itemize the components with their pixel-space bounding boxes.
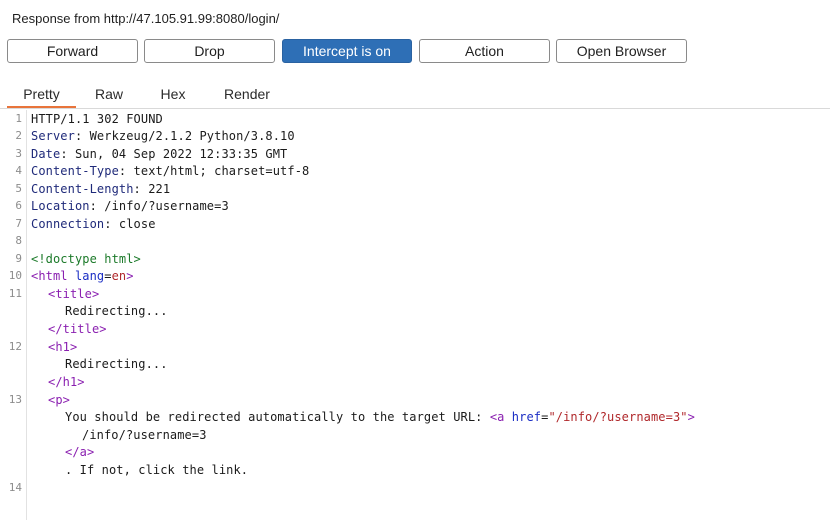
header-colon: :	[89, 199, 97, 213]
line-number: 11	[8, 287, 22, 300]
status-line: HTTP/1.1 302 FOUND	[31, 112, 163, 126]
header-key: Date	[31, 147, 61, 161]
line-number: 2	[15, 129, 22, 142]
line-number: 10	[8, 269, 22, 282]
header-value: text/html; charset=utf-8	[126, 164, 310, 178]
drop-button[interactable]: Drop	[144, 39, 275, 63]
link-text: /info/?username=3	[82, 428, 207, 442]
line-number: 13	[8, 393, 22, 406]
response-editor[interactable]: 1 2 3 4 5 6 7 8 9 10 11 12 13 14 HTTP/1.…	[0, 110, 830, 520]
lang-attr: lang	[67, 269, 105, 283]
header-colon: :	[60, 147, 68, 161]
title-close-tag: </title>	[48, 322, 107, 336]
header-key: Server	[31, 129, 75, 143]
tab-pretty[interactable]: Pretty	[7, 82, 76, 108]
p-text-line: You should be redirected automatically t…	[65, 410, 695, 424]
header-colon: :	[133, 182, 141, 196]
header-value: close	[111, 217, 156, 231]
a-open-tag: <a	[489, 410, 505, 424]
tag-end: >	[687, 410, 695, 424]
a-close-tag: </a>	[65, 445, 95, 459]
header-colon: :	[104, 217, 112, 231]
header-server: Server: Werkzeug/2.1.2 Python/3.8.10	[31, 129, 295, 143]
header-key: Content-Length	[31, 182, 134, 196]
forward-button[interactable]: Forward	[7, 39, 138, 63]
href-attr: href	[504, 410, 542, 424]
open-browser-button[interactable]: Open Browser	[556, 39, 687, 63]
header-value: Sun, 04 Sep 2022 12:33:35 GMT	[67, 147, 288, 161]
tab-hex[interactable]: Hex	[148, 82, 198, 106]
tab-render[interactable]: Render	[214, 82, 280, 106]
intercept-toggle-button[interactable]: Intercept is on	[282, 39, 412, 63]
header-key: Content-Type	[31, 164, 119, 178]
line-number: 9	[15, 252, 22, 265]
href-value: "/info/?username=3"	[548, 410, 688, 424]
p-text: You should be redirected automatically t…	[65, 410, 490, 424]
tag-end: >	[126, 269, 134, 283]
line-number: 7	[15, 217, 22, 230]
header-key: Location	[31, 199, 90, 213]
line-number: 6	[15, 199, 22, 212]
action-button[interactable]: Action	[419, 39, 550, 63]
line-number: 3	[15, 147, 22, 160]
header-content-type: Content-Type: text/html; charset=utf-8	[31, 164, 309, 178]
html-tag: <html	[31, 269, 68, 283]
line-number-gutter: 1 2 3 4 5 6 7 8 9 10 11 12 13 14	[0, 110, 27, 520]
doctype-line: <!doctype html>	[31, 252, 141, 266]
message-view-tabs: Pretty Raw Hex Render	[0, 82, 830, 109]
html-open-line: <html lang=en>	[31, 269, 134, 283]
response-title: Response from http://47.105.91.99:8080/l…	[12, 11, 280, 26]
title-open-tag: <title>	[48, 287, 100, 301]
header-value: /info/?username=3	[96, 199, 229, 213]
header-value: Werkzeug/2.1.2 Python/3.8.10	[82, 129, 295, 143]
line-number: 14	[8, 481, 22, 494]
title-text: Redirecting...	[65, 304, 168, 318]
tail-text: . If not, click the link.	[65, 463, 249, 477]
h1-open-tag: <h1>	[48, 340, 78, 354]
header-date: Date: Sun, 04 Sep 2022 12:33:35 GMT	[31, 147, 287, 161]
equals: =	[104, 269, 112, 283]
header-value: 221	[140, 182, 171, 196]
header-key: Connection	[31, 217, 105, 231]
header-content-length: Content-Length: 221	[31, 182, 170, 196]
line-number: 4	[15, 164, 22, 177]
h1-text: Redirecting...	[65, 357, 168, 371]
header-connection: Connection: close	[31, 217, 156, 231]
tab-raw[interactable]: Raw	[84, 82, 134, 106]
line-number: 8	[15, 234, 22, 247]
p-open-tag: <p>	[48, 393, 70, 407]
h1-close-tag: </h1>	[48, 375, 85, 389]
line-number: 1	[15, 112, 22, 125]
line-number: 12	[8, 340, 22, 353]
header-location: Location: /info/?username=3	[31, 199, 229, 213]
line-number: 5	[15, 182, 22, 195]
status-text: HTTP/1.1 302 FOUND	[31, 112, 163, 126]
lang-value: en	[111, 269, 127, 283]
